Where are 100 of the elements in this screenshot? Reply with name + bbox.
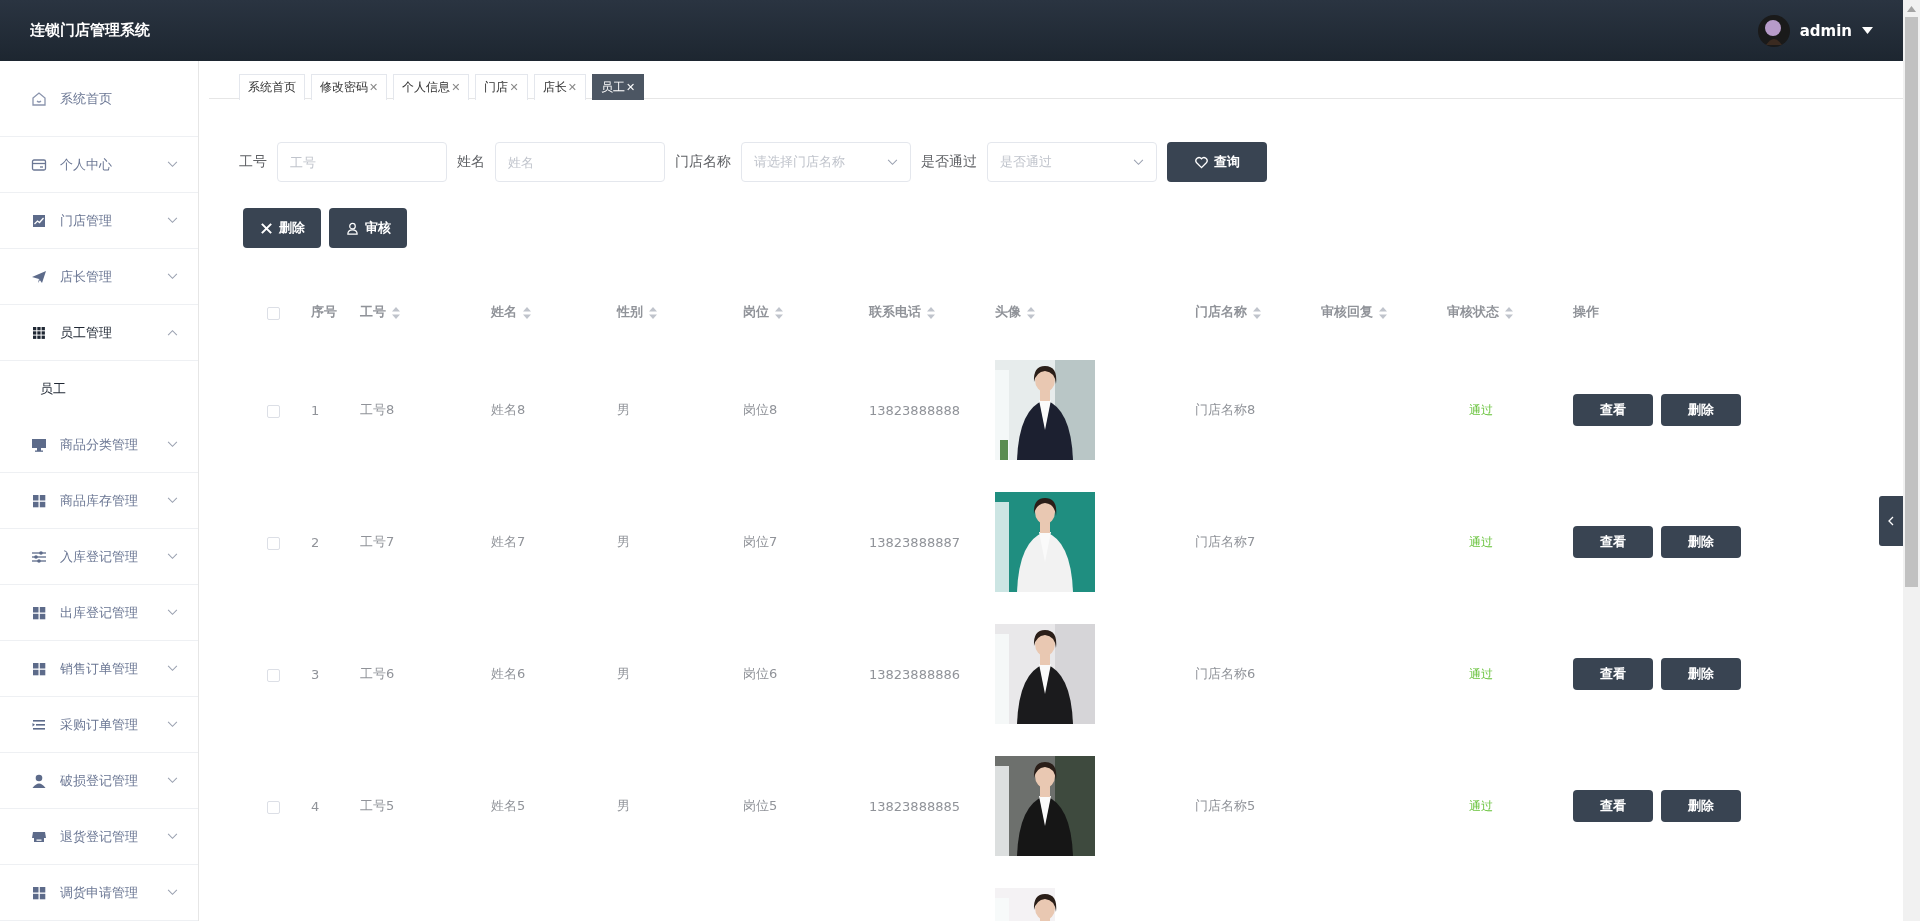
table-cell: 门店名称7 bbox=[1195, 534, 1256, 549]
delete-button[interactable]: 删除 bbox=[1661, 790, 1741, 822]
column-header[interactable]: 姓名 bbox=[491, 304, 517, 319]
chevron-down-icon bbox=[167, 553, 178, 560]
sort-icon[interactable] bbox=[1253, 306, 1261, 319]
checkbox[interactable] bbox=[267, 536, 280, 550]
sort-icon[interactable] bbox=[649, 306, 657, 319]
status-text: 通过 bbox=[1468, 797, 1494, 815]
column-header: 序号 bbox=[311, 304, 337, 319]
chevron-down-icon bbox=[167, 609, 178, 616]
delete-button[interactable]: 删除 bbox=[1661, 658, 1741, 690]
delete-button[interactable]: 删除 bbox=[243, 208, 321, 248]
scroll-up-icon[interactable] bbox=[1907, 6, 1916, 12]
table-cell: 姓名6 bbox=[491, 666, 526, 681]
view-button[interactable]: 查看 bbox=[1573, 394, 1653, 426]
field-label: 是否通过 bbox=[921, 153, 977, 171]
table-cell: 岗位7 bbox=[743, 534, 778, 549]
checkbox[interactable] bbox=[267, 800, 280, 814]
table-cell: 姓名5 bbox=[491, 798, 526, 813]
column-header[interactable]: 审核状态 bbox=[1447, 304, 1499, 319]
table-cell: 男 bbox=[617, 666, 630, 681]
chevron-down-icon bbox=[167, 889, 178, 896]
search-button[interactable]: 查询 bbox=[1167, 142, 1267, 182]
tab[interactable]: 修改密码✕ bbox=[311, 74, 388, 100]
status-text: 通过 bbox=[1468, 665, 1494, 683]
app-title: 连锁门店管理系统 bbox=[30, 21, 150, 40]
tab[interactable]: 个人信息✕ bbox=[393, 74, 470, 100]
tab[interactable]: 店长✕ bbox=[533, 74, 586, 100]
sort-icon[interactable] bbox=[775, 306, 783, 319]
column-header[interactable]: 联系电话 bbox=[869, 304, 921, 319]
heart-icon bbox=[1194, 155, 1208, 169]
table-cell: 13823888885 bbox=[869, 798, 960, 814]
chevron-down-icon bbox=[167, 441, 178, 448]
table-cell: 工号6 bbox=[360, 666, 395, 681]
chevron-down-icon bbox=[167, 833, 178, 840]
chevron-down-icon bbox=[167, 497, 178, 504]
column-header: 操作 bbox=[1573, 304, 1599, 319]
table-cell: 门店名称8 bbox=[1195, 402, 1256, 417]
column-header[interactable]: 岗位 bbox=[743, 304, 769, 319]
chevron-down-icon bbox=[167, 721, 178, 728]
sidebar-subitem[interactable]: 员工 bbox=[0, 361, 198, 417]
table-cell: 门店名称5 bbox=[1195, 798, 1256, 813]
column-header[interactable]: 门店名称 bbox=[1195, 304, 1247, 319]
table-cell: 2 bbox=[311, 534, 320, 550]
table-cell: 4 bbox=[311, 798, 320, 814]
table-cell: 门店名称6 bbox=[1195, 666, 1256, 681]
sort-icon[interactable] bbox=[1379, 306, 1387, 319]
column-header[interactable]: 性别 bbox=[617, 304, 643, 319]
delete-button[interactable]: 删除 bbox=[1661, 526, 1741, 558]
checkbox[interactable] bbox=[267, 668, 280, 682]
table-cell: 姓名8 bbox=[491, 402, 526, 417]
scrollbar[interactable] bbox=[1903, 0, 1920, 921]
view-button[interactable]: 查看 bbox=[1573, 526, 1653, 558]
status-text: 通过 bbox=[1468, 533, 1494, 551]
input-field[interactable]: 姓名 bbox=[495, 142, 665, 182]
username[interactable]: admin bbox=[1799, 21, 1852, 40]
column-header[interactable]: 工号 bbox=[360, 304, 386, 319]
chevron-down-icon bbox=[167, 161, 178, 168]
table-cell: 工号5 bbox=[360, 798, 395, 813]
field-label: 姓名 bbox=[457, 153, 485, 171]
tab[interactable]: 门店✕ bbox=[475, 74, 528, 100]
table-cell: 13823888888 bbox=[869, 402, 960, 418]
table-cell: 13823888886 bbox=[869, 666, 960, 682]
chevron-down-icon bbox=[167, 273, 178, 280]
checkbox[interactable] bbox=[267, 306, 280, 320]
sort-icon[interactable] bbox=[927, 306, 935, 319]
table-cell: 岗位8 bbox=[743, 402, 778, 417]
caret-icon[interactable] bbox=[1862, 26, 1873, 35]
column-header[interactable]: 头像 bbox=[995, 304, 1021, 319]
sort-icon[interactable] bbox=[1505, 306, 1513, 319]
table-cell: 1 bbox=[311, 402, 320, 418]
table-cell: 工号8 bbox=[360, 402, 395, 417]
chevron-up-icon bbox=[167, 329, 178, 336]
sort-icon[interactable] bbox=[1027, 306, 1035, 319]
tab[interactable]: 系统首页 bbox=[239, 74, 305, 100]
table-cell: 3 bbox=[311, 666, 320, 682]
view-button[interactable]: 查看 bbox=[1573, 658, 1653, 690]
checkbox[interactable] bbox=[267, 404, 280, 418]
delete-button[interactable]: 删除 bbox=[1661, 394, 1741, 426]
tab[interactable]: 员工✕ bbox=[591, 74, 645, 100]
field-label: 工号 bbox=[239, 153, 267, 171]
column-header[interactable]: 审核回复 bbox=[1321, 304, 1373, 319]
table-cell: 13823888887 bbox=[869, 534, 960, 550]
table-cell: 男 bbox=[617, 534, 630, 549]
chevron-down-icon bbox=[167, 665, 178, 672]
sort-icon[interactable] bbox=[392, 306, 400, 319]
view-button[interactable]: 查看 bbox=[1573, 790, 1653, 822]
table-cell: 姓名7 bbox=[491, 534, 526, 549]
close-icon bbox=[259, 221, 273, 235]
table-cell: 岗位6 bbox=[743, 666, 778, 681]
avatar[interactable] bbox=[1757, 14, 1790, 47]
chevron-down-icon bbox=[1133, 158, 1144, 166]
table-cell: 男 bbox=[617, 798, 630, 813]
table-cell: 工号7 bbox=[360, 534, 395, 549]
chevron-down-icon bbox=[167, 217, 178, 224]
table-cell: 男 bbox=[617, 402, 630, 417]
audit-button[interactable]: 审核 bbox=[329, 208, 407, 248]
collapse-handle[interactable] bbox=[1879, 496, 1903, 546]
sort-icon[interactable] bbox=[523, 306, 531, 319]
input-field[interactable]: 工号 bbox=[277, 142, 447, 182]
